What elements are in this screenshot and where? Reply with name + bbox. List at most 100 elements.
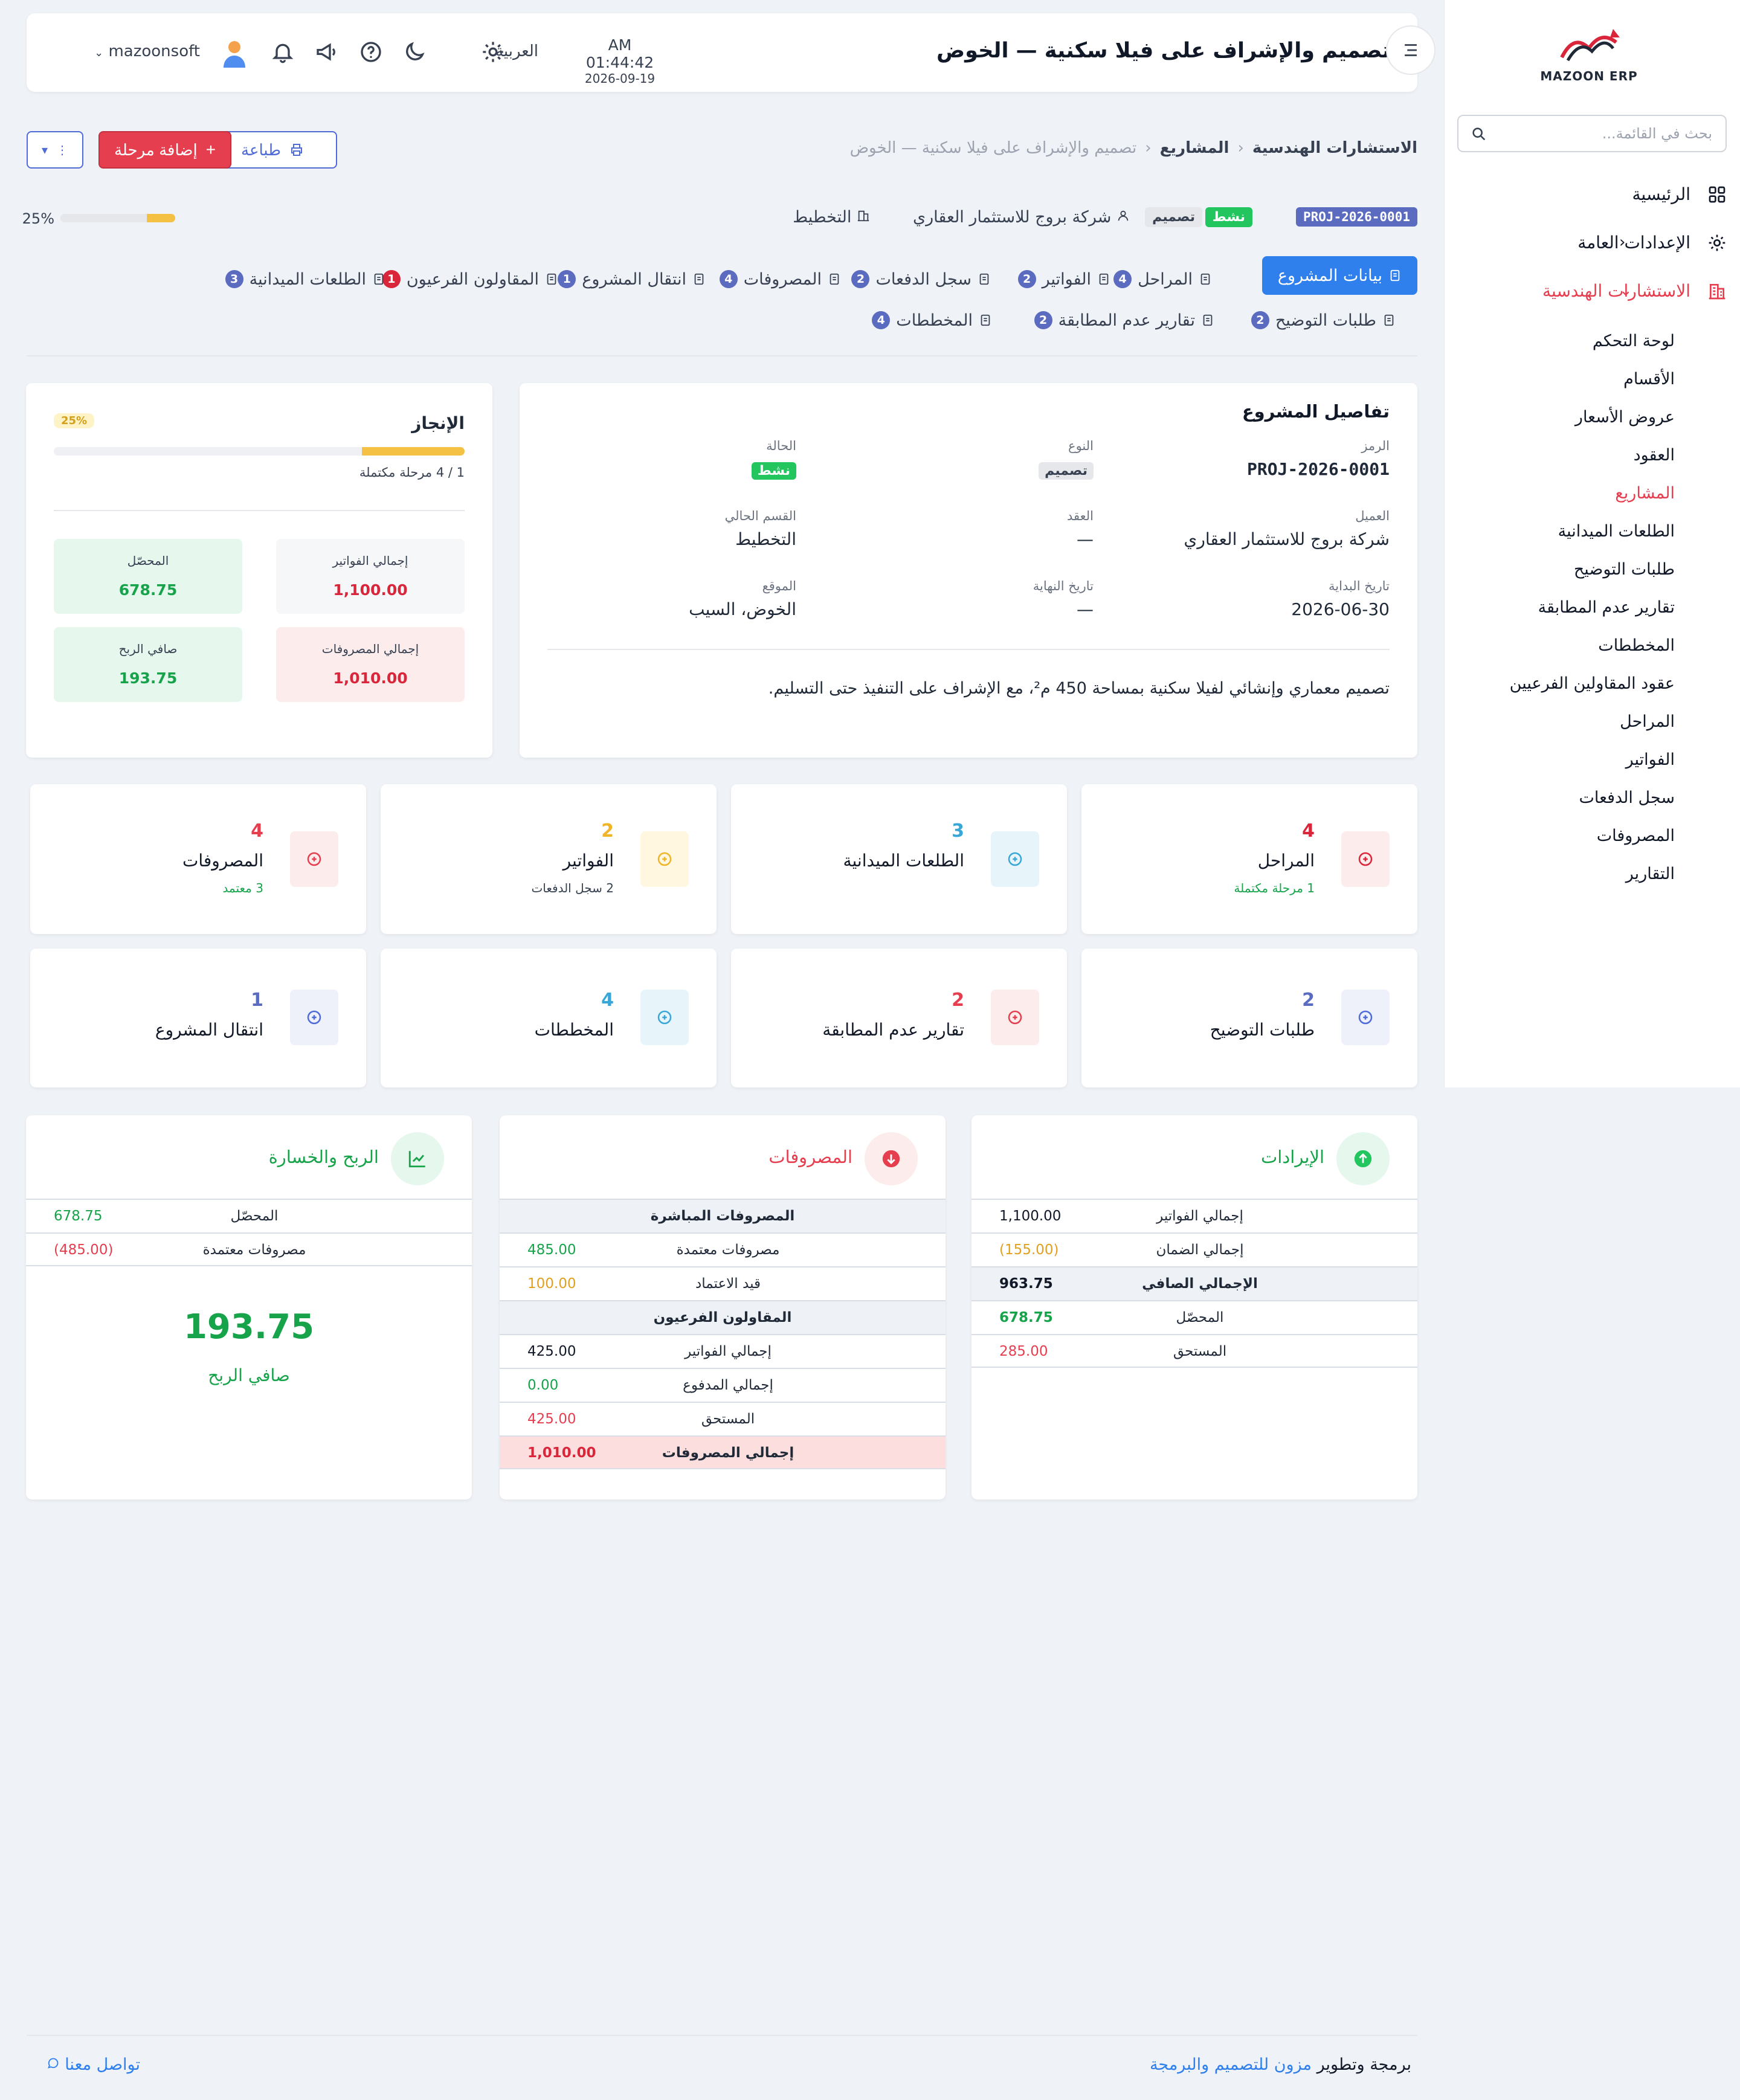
department-name: التخطيط: [793, 208, 852, 227]
progress-subtext: 1 / 4 مرحلة مكتملة: [359, 465, 465, 480]
location-icon: [1008, 852, 1022, 866]
pin-icon: [374, 273, 384, 285]
sidebar-subitem[interactable]: عروض الأسعار: [1575, 408, 1675, 427]
field-label: الرمز: [1361, 439, 1390, 453]
sidebar-item-home[interactable]: الرئيسية: [1444, 176, 1740, 213]
sidebar: MAZOON ERP بحث في القائمة... الرئيسية ال…: [1444, 0, 1740, 1087]
more-actions-button[interactable]: ⋮ ▾: [27, 131, 83, 169]
count-badge: 2: [1034, 311, 1052, 329]
tab-5[interactable]: المصروفات 4: [719, 260, 841, 298]
tab-1[interactable]: بيانات المشروع: [1262, 256, 1417, 295]
sidebar-item-engineering[interactable]: الاستشارات الهندسية ⌄: [1444, 273, 1740, 309]
stat-label: الفواتير: [562, 851, 614, 871]
megaphone-icon[interactable]: [315, 40, 339, 64]
help-icon[interactable]: [359, 40, 383, 64]
field-value: —: [1077, 529, 1094, 549]
stat-card[interactable]: 4 المخططات: [381, 949, 717, 1087]
contact-link[interactable]: تواصل معنا: [47, 2055, 140, 2074]
stat-card[interactable]: 2 تقارير عدم المطابقة: [731, 949, 1067, 1087]
kpi-value: 1,100.00: [333, 581, 408, 599]
table-row: مصروفات معتمدة 485.00: [500, 1232, 946, 1266]
bell-icon[interactable]: [271, 40, 295, 64]
stat-card[interactable]: 4 المراحل 1 مرحلة مكتملة: [1081, 784, 1417, 934]
sidebar-subitem[interactable]: المخططات: [1598, 636, 1675, 655]
sidebar-subitem[interactable]: الطلعات الميدانية: [1558, 522, 1675, 541]
row-label: إجمالي المدفوع: [683, 1377, 773, 1393]
stat-card[interactable]: 3 الطلعات الميدانية: [731, 784, 1067, 934]
tab-6[interactable]: انتقال المشروع 1: [558, 260, 706, 298]
tab-9[interactable]: طلبات التوضيح 2: [1251, 301, 1396, 340]
contact-label: تواصل معنا: [65, 2055, 140, 2074]
user-menu[interactable]: ⌄ mazoonsoft: [94, 42, 200, 60]
tab-7[interactable]: المقاولون الفرعيون 1: [382, 260, 558, 298]
sidebar-subitem[interactable]: المراحل: [1620, 712, 1675, 731]
sidebar-search-input[interactable]: بحث في القائمة...: [1457, 115, 1727, 152]
add-stage-button[interactable]: + إضافة مرحلة: [98, 131, 231, 169]
page-title: تصميم والإشراف على فيلا سكنية — الخوض: [936, 39, 1390, 63]
grid-icon: [1709, 186, 1726, 203]
field-value: التخطيط: [735, 529, 796, 549]
kpi-total-invoices: إجمالي الفواتير 1,100.00: [276, 539, 465, 614]
sidebar-subitem[interactable]: المصروفات: [1597, 826, 1675, 845]
top-bar: تصميم والإشراف على فيلا سكنية — الخوض AM…: [27, 13, 1417, 92]
money-icon: [307, 852, 321, 866]
table-row: قيد الاعتماد 100.00: [500, 1266, 946, 1300]
sidebar-subitem[interactable]: لوحة التحكم: [1593, 332, 1675, 350]
stat-card[interactable]: 4 المصروفات 3 معتمد: [30, 784, 366, 934]
sidebar-item-settings[interactable]: الإعدادات العامة ‹: [1444, 225, 1740, 261]
field-contract: العقد —: [828, 509, 1094, 549]
divider: [547, 649, 1390, 650]
sidebar-subitem[interactable]: سجل الدفعات: [1579, 788, 1675, 807]
stat-number: 4: [601, 990, 614, 1011]
table-row: إجمالي الفواتير 425.00: [500, 1334, 946, 1368]
gear-icon[interactable]: [481, 40, 505, 64]
tab-11[interactable]: المخططات 4: [872, 301, 992, 340]
clock: AM 01:44:42 2026-09-19: [575, 36, 665, 86]
print-label: طباعة: [241, 140, 281, 159]
brand-logo[interactable]: MAZOON ERP: [1535, 24, 1643, 85]
sidebar-subitem[interactable]: المشاريع: [1615, 484, 1675, 503]
menu-toggle-button[interactable]: [1386, 25, 1436, 75]
chevron-left-icon[interactable]: ‹: [1619, 233, 1625, 251]
sidebar-subitem[interactable]: طلبات التوضيح: [1574, 560, 1675, 579]
field-label: تاريخ البداية: [1329, 579, 1390, 593]
stat-card[interactable]: 2 طلبات التوضيح: [1081, 949, 1417, 1087]
whatsapp-icon: [47, 2058, 58, 2069]
moon-icon[interactable]: [402, 40, 427, 64]
kpi-net-profit: صافي الربح 193.75: [54, 627, 242, 702]
type-badge: تصميم: [1145, 207, 1202, 227]
field-code: الرمز PROJ-2026-0001: [1124, 439, 1390, 479]
field-location: الموقع الخوض، السيب: [530, 579, 796, 619]
table-row: المحصّل 678.75: [26, 1199, 472, 1232]
tab-3[interactable]: الفواتير 2: [1017, 260, 1110, 298]
tab-2[interactable]: المراحل 4: [1113, 260, 1212, 298]
chevron-down-icon[interactable]: ⌄: [1619, 282, 1632, 300]
field-client: العميل شركة بروج للاستثمار العقاري: [1124, 509, 1390, 549]
tab-4[interactable]: سجل الدفعات 2: [851, 260, 991, 298]
breadcrumb-item[interactable]: الاستشارات الهندسية: [1252, 139, 1417, 157]
breadcrumb-item[interactable]: المشاريع: [1160, 139, 1229, 157]
sidebar-subitem[interactable]: عقود المقاولين الفرعيين: [1510, 674, 1675, 693]
field-value: —: [1077, 599, 1094, 619]
gear-icon: [1709, 234, 1726, 251]
stat-card[interactable]: 1 انتقال المشروع: [30, 949, 366, 1087]
stat-card[interactable]: 2 الفواتير 2 سجل الدفعات: [381, 784, 717, 934]
card-title: تفاصيل المشروع: [1242, 401, 1390, 422]
tab-10[interactable]: تقارير عدم المطابقة 2: [1034, 301, 1214, 340]
sidebar-subitem[interactable]: العقود: [1634, 446, 1675, 465]
laptop-icon: [830, 273, 839, 285]
plus-icon: +: [205, 140, 216, 159]
total-row: إجمالي المصروفات 1,010.00: [500, 1435, 946, 1469]
avatar[interactable]: [218, 36, 251, 70]
row-label: المستحق: [701, 1411, 755, 1427]
tab-8[interactable]: الطلعات الميدانية 3: [225, 260, 385, 298]
card-title: الإنجاز: [411, 413, 465, 433]
section-row: المقاولون الفرعيون: [500, 1300, 946, 1334]
sidebar-subitem[interactable]: تقارير عدم المطابقة: [1538, 598, 1675, 617]
sidebar-subitem[interactable]: الفواتير: [1626, 750, 1675, 769]
chevron-icon: ‹: [1145, 139, 1152, 157]
footer-brand-link[interactable]: مزون للتصميم والبرمجة: [1150, 2055, 1312, 2074]
sidebar-subitem[interactable]: الأقسام: [1623, 370, 1675, 388]
sidebar-subitem[interactable]: التقارير: [1626, 865, 1675, 883]
tab-label: انتقال المشروع: [582, 269, 686, 289]
